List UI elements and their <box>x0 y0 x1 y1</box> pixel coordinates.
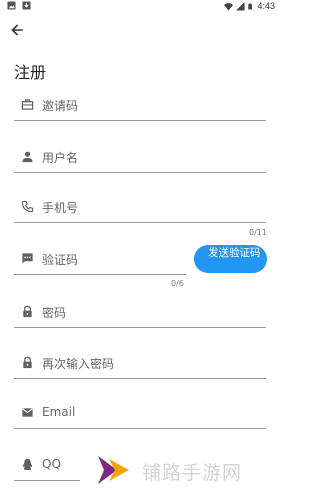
email-field[interactable]: Email <box>14 402 266 429</box>
send-code-label: 发送验证码 <box>208 247 261 259</box>
mail-icon <box>22 408 33 417</box>
watermark-text: 铺路手游网 <box>142 462 243 484</box>
qq-label: QQ <box>42 457 61 471</box>
download-icon <box>22 1 31 10</box>
lock-icon <box>23 305 32 318</box>
phone-label: 手机号 <box>42 201 79 215</box>
status-bar: 4:43 <box>0 0 281 14</box>
sms-icon <box>22 253 33 264</box>
wifi-icon <box>224 2 234 11</box>
qq-penguin-icon <box>23 458 32 471</box>
qq-field[interactable]: QQ <box>14 454 80 481</box>
verification-code-label: 验证码 <box>42 253 79 267</box>
phone-icon <box>21 200 34 213</box>
lock-icon <box>23 356 32 369</box>
verification-code-field[interactable]: 验证码 <box>14 248 186 275</box>
send-code-button[interactable]: 发送验证码 <box>194 245 267 273</box>
gallery-icon <box>7 1 16 10</box>
confirm-password-field[interactable]: 再次输入密码 <box>14 352 266 379</box>
status-time: 4:43 <box>257 1 275 11</box>
watermark: 铺路手游网 <box>95 448 281 488</box>
email-label: Email <box>42 405 76 419</box>
page-title: 注册 <box>14 63 47 82</box>
confirm-password-label: 再次输入密码 <box>42 357 115 371</box>
phone-counter: 0/11 <box>249 228 267 237</box>
password-label: 密码 <box>42 306 67 320</box>
id-card-icon <box>21 99 34 110</box>
password-field[interactable]: 密码 <box>14 301 266 328</box>
arrow-back-icon[interactable] <box>9 22 25 38</box>
battery-icon <box>248 3 253 9</box>
username-field[interactable]: 用户名 <box>14 146 266 173</box>
invite-code-label: 邀请码 <box>42 99 79 113</box>
watermark-logo-icon <box>98 456 129 484</box>
signal-icon <box>236 1 246 11</box>
verification-code-counter: 0/6 <box>171 279 184 288</box>
phone-field[interactable]: 手机号 <box>14 196 266 223</box>
invite-code-field[interactable]: 邀请码 <box>14 94 266 121</box>
person-icon <box>22 151 33 163</box>
username-label: 用户名 <box>42 151 79 165</box>
